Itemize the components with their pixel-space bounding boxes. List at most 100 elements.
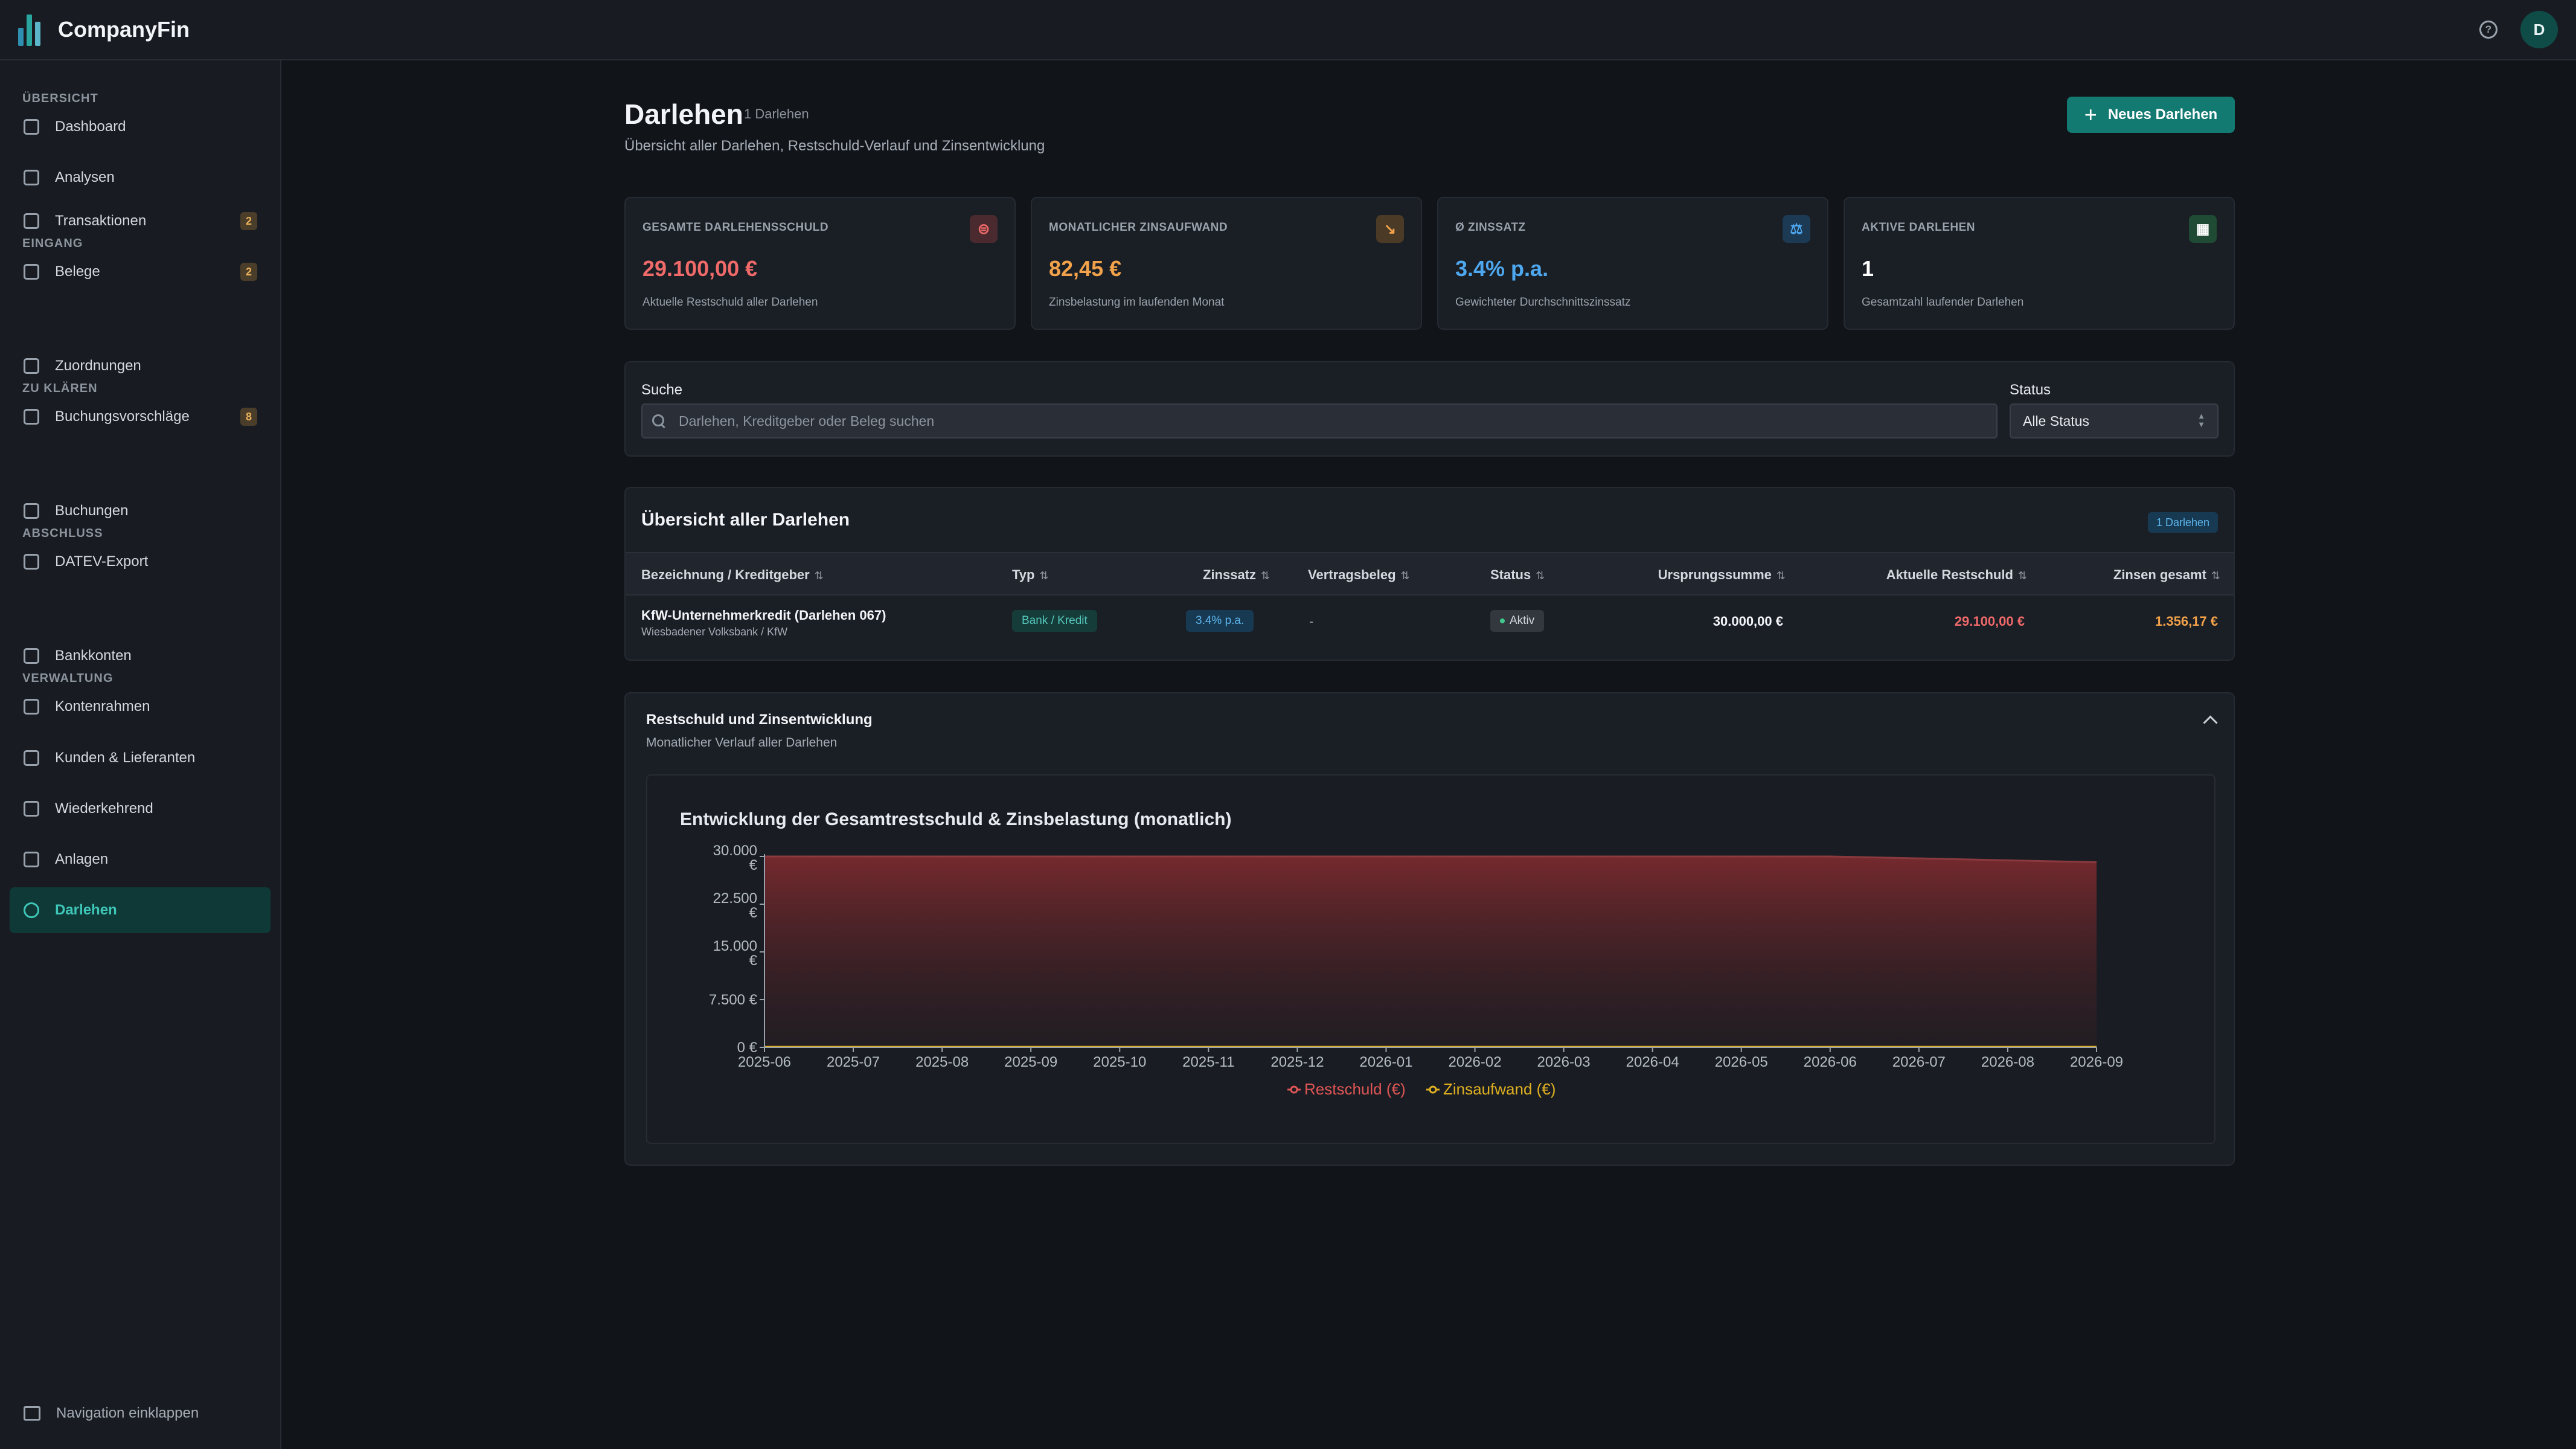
x-tick-label: 2026-04 xyxy=(1626,1054,1679,1070)
y-tick-label: 30.000 € xyxy=(713,843,758,873)
sidebar-item-belege[interactable]: Belege 2 xyxy=(10,249,271,295)
kpi-value: 3.4% p.a. xyxy=(1455,256,1549,281)
collapse-navigation-label: Navigation einklappen xyxy=(56,1405,199,1421)
book-icon xyxy=(24,409,39,425)
sidebar-item-kontenrahmen[interactable]: Kontenrahmen xyxy=(10,684,271,730)
kpi-card: MONATLICHER ZINSAUFWAND 82,45 € Zinsbelast… xyxy=(1031,197,1422,330)
column-label: Zinssatz xyxy=(1203,567,1257,582)
column-label: Zinsen gesamt xyxy=(2113,567,2206,582)
sidebar-item-dashboard[interactable]: Dashboard xyxy=(10,104,271,150)
sort-icon: ⇅ xyxy=(1261,570,1270,582)
chevron-up-icon[interactable] xyxy=(2203,715,2218,730)
status-badge-label: Aktiv xyxy=(1510,614,1535,627)
coins-icon: ⊜ xyxy=(970,215,998,243)
chevron-up-down-icon: ▲ ▼ xyxy=(2197,411,2205,429)
sort-icon: ⇅ xyxy=(1400,570,1410,582)
kpi-card: Ø ZINSSATZ 3.4% p.a. Gewichteter Durchschn… xyxy=(1437,197,1828,330)
sidebar-item-bankkonten[interactable]: Bankkonten xyxy=(10,633,271,679)
sort-icon: ⇅ xyxy=(1039,570,1049,582)
sidebar-item-label: DATEV-Export xyxy=(55,553,149,570)
logo-icon xyxy=(18,13,47,46)
top-bar: CompanyFin ? D xyxy=(0,0,2576,60)
ledger-icon xyxy=(24,503,39,519)
new-loan-button[interactable]: + Neues Darlehen xyxy=(2067,97,2235,133)
kpi-value: 29.100,00 € xyxy=(642,256,758,281)
column-header-type[interactable]: Typ ⇅ xyxy=(1012,567,1049,583)
sort-icon: ⇅ xyxy=(814,570,824,582)
table-count-badge: 1 Darlehen xyxy=(2147,512,2218,533)
x-tick-label: 2025-10 xyxy=(1093,1054,1146,1070)
sidebar-item-label: Belege xyxy=(55,263,100,280)
column-header-status[interactable]: Status ⇅ xyxy=(1490,567,1545,583)
sidebar-item-kunden-lieferanten[interactable]: Kunden & Lieferanten xyxy=(10,735,271,781)
new-loan-label: Neues Darlehen xyxy=(2107,106,2218,123)
sort-icon: ⇅ xyxy=(1776,570,1786,582)
collapse-navigation-button[interactable]: Navigation einklappen xyxy=(24,1405,199,1422)
status-select[interactable]: Alle Status ▲ ▼ xyxy=(2010,403,2219,439)
brand[interactable]: CompanyFin xyxy=(18,13,190,46)
column-header-document[interactable]: Vertragsbeleg ⇅ xyxy=(1308,567,1410,583)
avatar[interactable]: D xyxy=(2520,11,2558,48)
column-header-interest[interactable]: Zinsen gesamt ⇅ xyxy=(2113,567,2220,583)
kpi-description: Zinsbelastung im laufenden Monat xyxy=(1049,296,1225,309)
sidebar-item-transaktionen[interactable]: Transaktionen 2 xyxy=(10,198,271,244)
column-label: Aktuelle Restschuld xyxy=(1886,567,2013,582)
rate-badge: 3.4% p.a. xyxy=(1186,610,1254,632)
kpi-description: Aktuelle Restschuld aller Darlehen xyxy=(642,296,818,309)
status-badge: Aktiv xyxy=(1490,610,1545,632)
total-interest: 1.356,17 € xyxy=(2155,614,2218,629)
sidebar-item-wiederkehrend[interactable]: Wiederkehrend xyxy=(10,786,271,832)
sidebar-item-label: Dashboard xyxy=(55,118,126,135)
x-tick-label: 2026-03 xyxy=(1537,1054,1591,1070)
y-tick-label: 0 € xyxy=(737,1039,758,1056)
sidebar-item-label: Kontenrahmen xyxy=(55,698,150,715)
sidebar-item-label: Transaktionen xyxy=(55,213,147,229)
sidebar: ÜBERSICHT Dashboard Analysen EINGANG Transak… xyxy=(0,60,281,1449)
help-circle-icon[interactable]: ? xyxy=(2479,21,2498,39)
sidebar-item-label: Darlehen xyxy=(55,902,117,918)
column-label: Typ xyxy=(1012,567,1035,582)
x-tick-label: 2025-06 xyxy=(738,1054,791,1070)
sidebar-item-datev-export[interactable]: DATEV-Export xyxy=(10,539,271,585)
export-icon xyxy=(24,554,39,570)
x-tick-label: 2026-08 xyxy=(1981,1054,2034,1070)
sidebar-item-label: Anlagen xyxy=(55,851,109,867)
chart-section-subtitle: Monatlicher Verlauf aller Darlehen xyxy=(646,736,838,750)
column-header-rate[interactable]: Zinssatz ⇅ xyxy=(1203,567,1270,583)
sidebar-item-darlehen[interactable]: Darlehen xyxy=(10,887,271,933)
sidebar-item-anlagen[interactable]: Anlagen xyxy=(10,837,271,882)
contract-document: - xyxy=(1309,614,1314,629)
x-tick-label: 2026-01 xyxy=(1359,1054,1412,1070)
users-icon xyxy=(24,750,39,766)
x-tick-label: 2025-11 xyxy=(1182,1054,1234,1070)
search-input[interactable] xyxy=(678,412,1948,430)
column-header-remaining[interactable]: Aktuelle Restschuld ⇅ xyxy=(1886,567,2027,583)
y-tick-label: 7.500 € xyxy=(709,992,758,1008)
arrows-icon xyxy=(24,213,39,229)
table-title: Übersicht aller Darlehen xyxy=(641,510,850,530)
x-tick-label: 2025-07 xyxy=(827,1054,880,1070)
status-dot-icon xyxy=(1500,618,1505,623)
sidebar-item-buchungsvorschläge[interactable]: Buchungsvorschläge 8 xyxy=(10,394,271,440)
page-title: Darlehen xyxy=(624,98,743,130)
x-tick-label: 2026-02 xyxy=(1448,1054,1501,1070)
table-header: Bezeichnung / Kreditgeber ⇅ Typ ⇅ Zinssatz… xyxy=(626,552,2234,596)
status-select-value: Alle Status xyxy=(2023,413,2089,429)
repeat-icon xyxy=(24,801,39,817)
sidebar-item-buchungen[interactable]: Buchungen xyxy=(10,488,271,534)
loan-name[interactable]: KfW-Unternehmerkredit (Darlehen 067) xyxy=(641,608,886,623)
search-field[interactable] xyxy=(641,403,1998,439)
kpi-label: MONATLICHER ZINSAUFWAND xyxy=(1049,221,1228,234)
column-header-name[interactable]: Bezeichnung / Kreditgeber ⇅ xyxy=(641,567,824,583)
column-label: Vertragsbeleg xyxy=(1308,567,1396,582)
restschuld-area xyxy=(764,856,2097,1047)
column-header-original[interactable]: Ursprungssumme ⇅ xyxy=(1658,567,1786,583)
original-amount: 30.000,00 € xyxy=(1713,614,1783,629)
x-tick-label: 2026-06 xyxy=(1804,1054,1857,1070)
sidebar-item-analysen[interactable]: Analysen xyxy=(10,155,271,201)
sidebar-item-label: Wiederkehrend xyxy=(55,800,153,817)
x-tick-label: 2025-09 xyxy=(1004,1054,1057,1070)
sidebar-item-label: Kunden & Lieferanten xyxy=(55,750,196,766)
sidebar-item-zuordnungen[interactable]: Zuordnungen xyxy=(10,343,271,389)
kpi-value: 1 xyxy=(1862,256,1874,281)
